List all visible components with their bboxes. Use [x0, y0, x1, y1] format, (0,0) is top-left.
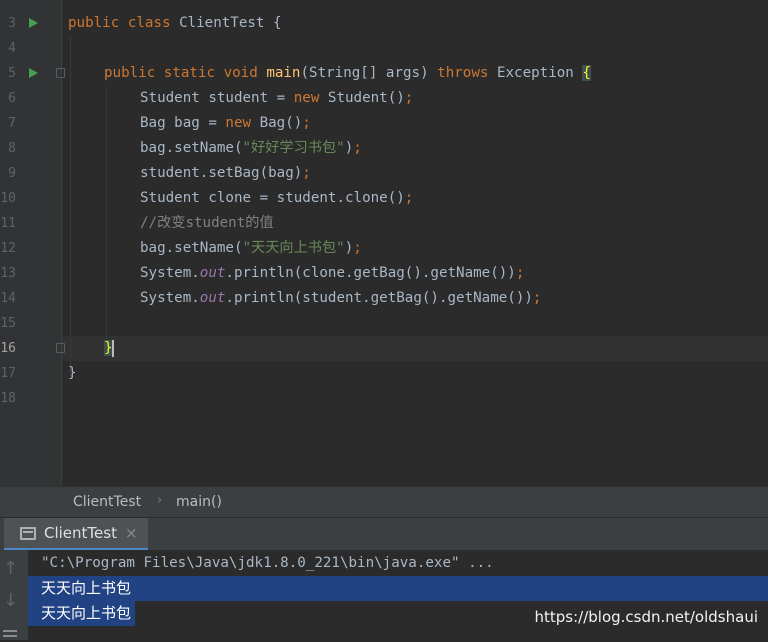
- console-command-line: "C:\Program Files\Java\jdk1.8.0_221\bin\…: [41, 555, 494, 571]
- class-name: ClientTest: [179, 15, 265, 31]
- line-number: 17: [0, 366, 16, 381]
- semicolon: ;: [353, 240, 362, 256]
- code-text: Bag(): [251, 115, 303, 131]
- tab-label: ClientTest: [44, 524, 117, 542]
- run-console[interactable]: ↑ ↓ "C:\Program Files\Java\jdk1.8.0_221\…: [0, 550, 768, 640]
- line-number: 18: [0, 391, 16, 406]
- current-line-highlight: [62, 336, 768, 361]
- text-caret: [111, 339, 114, 357]
- arrow-down-icon[interactable]: ↓: [3, 590, 18, 611]
- tab-clienttest[interactable]: ClientTest ×: [4, 518, 148, 551]
- code-line-13: System.out.println(clone.getBag().getNam…: [140, 261, 524, 286]
- comment: //改变student的值: [140, 215, 274, 231]
- keyword: static: [163, 65, 216, 81]
- code-line-5: public static void main(String[] args) t…: [104, 61, 591, 86]
- line-number: 13: [0, 266, 16, 281]
- code-line-14: System.out.println(student.getBag().getN…: [140, 286, 541, 311]
- line-number: 6: [8, 91, 16, 106]
- keyword: new: [293, 90, 320, 106]
- semicolon: ;: [353, 140, 362, 156]
- run-tool-window-tabs: ClientTest ×: [0, 517, 768, 551]
- code-text: .println(clone.getBag().getName()): [225, 265, 516, 281]
- code-line-11: //改变student的值: [140, 211, 274, 236]
- line-number: 8: [8, 141, 16, 156]
- code-text: Student student =: [140, 90, 294, 106]
- static-field: out: [199, 265, 226, 281]
- keyword: public: [104, 65, 156, 81]
- static-field: out: [199, 290, 226, 306]
- arrow-up-icon[interactable]: ↑: [3, 558, 18, 579]
- semicolon: ;: [404, 90, 414, 106]
- line-number: 5: [8, 66, 16, 81]
- breadcrumb-method[interactable]: main(): [176, 494, 222, 510]
- code-text: Bag bag =: [140, 115, 226, 131]
- code-editor[interactable]: 3 4 5 6 7 8 9 10 11 12 13 14 15 16 17 18…: [0, 0, 768, 486]
- line-number: 14: [0, 291, 16, 306]
- line-number: 15: [0, 316, 16, 331]
- code-line-16: }: [104, 336, 114, 361]
- soft-wrap-icon[interactable]: [3, 630, 17, 642]
- line-number: 11: [0, 216, 16, 231]
- keyword: void: [223, 65, 258, 81]
- code-text: Student clone = student.clone(): [140, 190, 405, 206]
- fold-icon[interactable]: [56, 343, 65, 353]
- method-name: main: [266, 65, 301, 81]
- watermark: https://blog.csdn.net/oldshaui: [534, 608, 758, 626]
- code-text: bag.setName(: [140, 140, 243, 156]
- line-number: 10: [0, 191, 16, 206]
- exception-type: Exception: [496, 65, 574, 81]
- code-line-10: Student clone = student.clone();: [140, 186, 413, 211]
- matched-brace: {: [582, 65, 591, 81]
- semicolon: ;: [515, 265, 525, 281]
- breadcrumb-class[interactable]: ClientTest: [73, 494, 141, 510]
- console-toolbar: ↑ ↓: [0, 550, 28, 640]
- console-output-line: 天天向上书包: [28, 601, 136, 626]
- breadcrumb-separator-icon: ›: [157, 493, 163, 508]
- code-text: ): [344, 240, 354, 256]
- code-line-6: Student student = new Student();: [140, 86, 413, 111]
- code-text: bag.setName(: [140, 240, 243, 256]
- code-line-12: bag.setName("天天向上书包");: [140, 236, 362, 261]
- brace: }: [68, 365, 77, 381]
- keyword: new: [225, 115, 252, 131]
- code-text: student.setBag(bag): [140, 165, 303, 181]
- keyword: throws: [437, 65, 489, 81]
- run-class-icon[interactable]: [29, 18, 38, 28]
- code-text: System.: [140, 290, 200, 306]
- breadcrumb: ClientTest › main(): [0, 486, 768, 517]
- semicolon: ;: [302, 115, 311, 131]
- code-text: System.: [140, 265, 200, 281]
- semicolon: ;: [302, 165, 311, 181]
- line-number: 9: [8, 166, 16, 181]
- close-icon[interactable]: ×: [125, 524, 138, 542]
- line-number: 12: [0, 241, 16, 256]
- console-output-line: 天天向上书包: [28, 576, 768, 601]
- code-line-3: public class ClientTest {: [68, 11, 282, 36]
- code-text: .println(student.getBag().getName()): [225, 290, 533, 306]
- run-main-icon[interactable]: [29, 68, 38, 78]
- indent-guide: [106, 86, 107, 340]
- keyword: class: [127, 15, 171, 31]
- line-number: 4: [8, 41, 16, 56]
- string-literal: "天天向上书包": [242, 240, 345, 256]
- string-literal: "好好学习书包": [242, 140, 345, 156]
- brace: {: [273, 15, 282, 31]
- code-line-7: Bag bag = new Bag();: [140, 111, 311, 136]
- line-number-current: 16: [0, 341, 16, 356]
- code-line-8: bag.setName("好好学习书包");: [140, 136, 362, 161]
- semicolon: ;: [532, 290, 542, 306]
- code-line-17: }: [68, 361, 77, 386]
- fold-icon[interactable]: [56, 68, 65, 78]
- semicolon: ;: [404, 190, 414, 206]
- code-text: Student(): [319, 90, 405, 106]
- line-number: 7: [8, 116, 16, 131]
- keyword: public: [68, 15, 120, 31]
- code-line-9: student.setBag(bag);: [140, 161, 311, 186]
- code-text: ): [344, 140, 354, 156]
- line-number: 3: [8, 16, 16, 31]
- indent-guide: [70, 36, 71, 376]
- parameters: (String[] args): [300, 65, 429, 81]
- console-icon: [20, 527, 36, 540]
